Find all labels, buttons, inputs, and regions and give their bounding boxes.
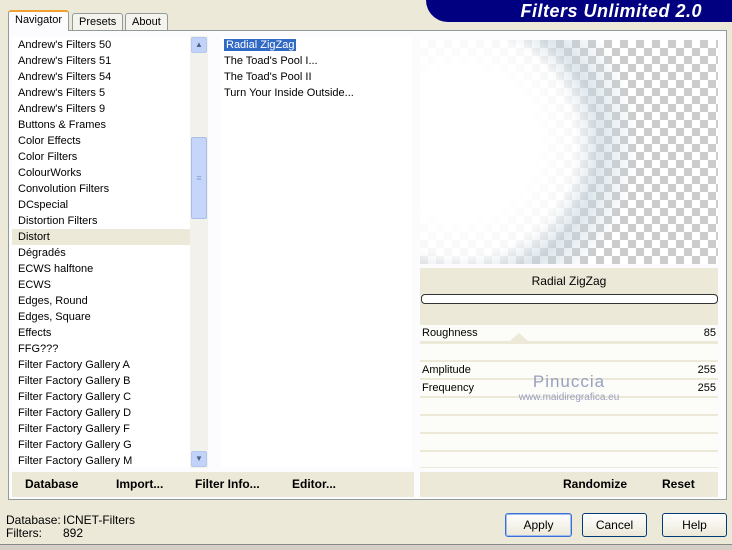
navigator-toolbar: Database Import... Filter Info... Editor… (12, 472, 414, 497)
category-item[interactable]: Andrew's Filters 54 (12, 69, 190, 85)
category-item[interactable]: Filter Factory Gallery B (12, 373, 190, 389)
category-item[interactable]: Color Filters (12, 149, 190, 165)
category-item[interactable]: ECWS halftone (12, 261, 190, 277)
category-item[interactable]: Filter Factory Gallery G (12, 437, 190, 453)
category-item[interactable]: Dégradés (12, 245, 190, 261)
param-label: Roughness (422, 327, 478, 339)
slider-thumb[interactable] (510, 333, 528, 341)
status-database-value: ICNET-Filters (63, 513, 135, 527)
scroll-up-button[interactable]: ▲ (191, 37, 207, 53)
preview-image (420, 40, 718, 264)
filter-item[interactable]: Radial ZigZag (222, 37, 412, 53)
param-amplitude[interactable]: Amplitude 255 (420, 362, 718, 378)
apply-button[interactable]: Apply (505, 513, 572, 537)
parameters-toolbar: Randomize Reset (420, 472, 718, 497)
param-empty (420, 398, 718, 414)
progress-bar (421, 294, 718, 304)
category-item[interactable]: Filter Factory Gallery D (12, 405, 190, 421)
tab-navigator[interactable]: Navigator (8, 10, 70, 31)
category-item[interactable]: Distortion Filters (12, 213, 190, 229)
filter-list[interactable]: Radial ZigZag The Toad's Pool I... The Toa… (222, 37, 412, 467)
param-empty (420, 452, 718, 467)
status-filters-label: Filters: (6, 526, 42, 540)
category-item[interactable]: Filter Factory Gallery C (12, 389, 190, 405)
category-item[interactable]: Effects (12, 325, 190, 341)
randomize-button[interactable]: Randomize (563, 472, 627, 497)
category-scrollbar[interactable]: ▲ ≡ ▼ (190, 36, 208, 468)
param-value: 255 (697, 364, 716, 376)
category-item[interactable]: Edges, Round (12, 293, 190, 309)
cancel-button[interactable]: Cancel (582, 513, 647, 537)
param-value: 255 (697, 382, 716, 394)
filter-item-label: Turn Your Inside Outside... (224, 87, 354, 99)
param-frequency[interactable]: Frequency 255 (420, 380, 718, 396)
filter-info-button[interactable]: Filter Info... (195, 472, 260, 497)
category-item[interactable]: Edges, Square (12, 309, 190, 325)
database-button[interactable]: Database (25, 472, 78, 497)
category-list[interactable]: Andrew's Filters 50 Andrew's Filters 51 An… (12, 37, 190, 467)
tab-about[interactable]: About (125, 13, 168, 31)
category-item[interactable]: Filter Factory Gallery F (12, 421, 190, 437)
category-item[interactable]: Filter Factory Gallery M (12, 453, 190, 467)
param-value: 85 (703, 327, 716, 339)
category-item[interactable]: Andrew's Filters 9 (12, 101, 190, 117)
filter-item-label: The Toad's Pool II (224, 71, 312, 83)
param-empty (420, 416, 718, 432)
filter-item-label: The Toad's Pool I... (224, 55, 318, 67)
category-item[interactable]: Filter Factory Gallery A (12, 357, 190, 373)
editor-button[interactable]: Editor... (292, 472, 336, 497)
param-roughness[interactable]: Roughness 85 (420, 325, 718, 341)
category-item[interactable]: Andrew's Filters 5 (12, 85, 190, 101)
scroll-down-button[interactable]: ▼ (191, 451, 207, 467)
tab-presets[interactable]: Presets (72, 13, 124, 31)
param-label: Frequency (422, 382, 474, 394)
category-item[interactable]: Andrew's Filters 51 (12, 53, 190, 69)
category-item[interactable]: FFG??? (12, 341, 190, 357)
scroll-thumb[interactable]: ≡ (191, 137, 207, 219)
filter-item[interactable]: The Toad's Pool II (222, 69, 412, 85)
category-item[interactable]: Convolution Filters (12, 181, 190, 197)
status-filters-value: 892 (63, 526, 84, 540)
category-item[interactable]: ColourWorks (12, 165, 190, 181)
status-database-label: Database: (6, 513, 61, 527)
category-item[interactable]: DCspecial (12, 197, 190, 213)
param-label: Amplitude (422, 364, 471, 376)
filter-item[interactable]: The Toad's Pool I... (222, 53, 412, 69)
category-item[interactable]: Buttons & Frames (12, 117, 190, 133)
reset-button[interactable]: Reset (662, 472, 695, 497)
category-item[interactable]: Andrew's Filters 50 (12, 37, 190, 53)
category-item[interactable]: ECWS (12, 277, 190, 293)
import-button[interactable]: Import... (116, 472, 163, 497)
app-banner: Filters Unlimited 2.0 (426, 0, 732, 22)
param-empty (420, 434, 718, 450)
filter-item-label: Radial ZigZag (224, 39, 297, 51)
background-toolbar (0, 544, 732, 550)
param-empty (420, 344, 718, 360)
help-button[interactable]: Help (662, 513, 727, 537)
filter-item[interactable]: Turn Your Inside Outside... (222, 85, 412, 101)
category-item[interactable]: Color Effects (12, 133, 190, 149)
filter-name-label: Radial ZigZag (531, 274, 607, 288)
category-item[interactable]: Distort (12, 229, 190, 245)
